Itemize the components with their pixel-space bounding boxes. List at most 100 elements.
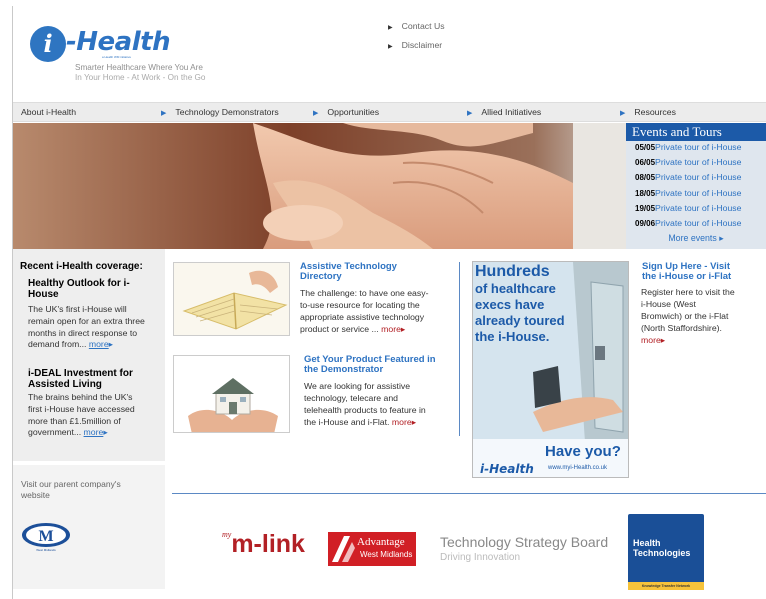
- mlink-text: m-link: [231, 530, 305, 558]
- mlink-prefix: my: [222, 530, 232, 539]
- story-title-ideal-investment[interactable]: i-DEAL Investment for Assisted Living: [28, 368, 133, 390]
- nav-allied-label: Allied Initiatives: [481, 107, 542, 117]
- nav-arrow-icon: ▶: [620, 110, 626, 117]
- more-link[interactable]: more: [392, 417, 412, 427]
- events-panel: Events and Tours 05/05Private tour of i-…: [626, 123, 766, 249]
- feature-title-get-product-featured[interactable]: Get Your Product Featured in the Demonst…: [304, 355, 436, 375]
- contact-us-link[interactable]: ▶ Contact Us: [388, 18, 445, 37]
- tsb-subtitle: Driving Innovation: [440, 552, 521, 563]
- parent-company-logo[interactable]: M West Midlands: [20, 521, 72, 553]
- nav-item-allied-initiatives[interactable]: ▶ Allied Initiatives: [467, 107, 541, 117]
- events-list: 05/05Private tour of i-House 06/05Private…: [626, 142, 766, 232]
- i-house-advert[interactable]: Hundreds of healthcare execs have alread…: [472, 261, 629, 478]
- more-link[interactable]: more: [381, 324, 401, 334]
- arrow-right-icon: ▸: [108, 339, 114, 350]
- feature-title-line: the Demonstrator: [304, 364, 384, 375]
- nav-arrow-icon: ▶: [161, 110, 167, 117]
- nav-item-opportunities[interactable]: ▶ Opportunities: [313, 107, 379, 117]
- disclaimer-link[interactable]: ▶ Disclaimer: [388, 37, 445, 56]
- event-link[interactable]: Private tour of i-House: [655, 157, 741, 167]
- event-row[interactable]: 06/05Private tour of i-House: [626, 157, 766, 171]
- event-link[interactable]: Private tour of i-House: [655, 172, 741, 182]
- nav-arrow-icon: ▶: [467, 110, 473, 117]
- tagline: Smarter Healthcare Where You Are In Your…: [75, 63, 205, 83]
- nav-item-technology-demonstrators[interactable]: ▶ Technology Demonstrators: [161, 107, 279, 117]
- feature-body-line: telehealth products to feature in: [304, 405, 426, 415]
- hands-illustration: [13, 123, 626, 249]
- arrow-right-icon: ▸: [411, 417, 417, 427]
- parent-company-text: Visit our parent company's website: [21, 479, 121, 501]
- signup-body-line: (North Staffordshire).: [641, 323, 722, 333]
- recent-coverage-heading: Recent i-Health coverage:: [20, 261, 143, 272]
- advert-line: already toured: [475, 313, 565, 328]
- feature-body-line: We are looking for assistive: [304, 381, 411, 391]
- event-row[interactable]: 18/05Private tour of i-House: [626, 188, 766, 202]
- story-title-line: Assisted Living: [28, 379, 102, 390]
- feature-body-assistive-directory: The challenge: to have one easy- to-use …: [300, 287, 428, 335]
- parent-logo-sub: West Midlands: [36, 548, 56, 552]
- parent-text-line: website: [21, 490, 50, 500]
- main-nav: About i-Health ▶ Technology Demonstrators…: [13, 102, 766, 122]
- event-date: 18/05: [635, 188, 656, 198]
- more-events-link[interactable]: More events ▸: [626, 233, 766, 244]
- house-illustration: [174, 356, 289, 432]
- advantage-text: Advantage: [357, 536, 405, 548]
- feature-body-line: to-use resource for locating the: [300, 300, 420, 310]
- event-date: 08/05: [635, 173, 656, 183]
- feature-title-line: Directory: [300, 271, 342, 282]
- nav-resources-label: Resources: [634, 107, 676, 117]
- house-in-hands-image[interactable]: [173, 355, 290, 433]
- signup-title-line: the i-House or i-Flat: [642, 271, 732, 282]
- tagline-line-2: In Your Home - At Work - On the Go: [75, 73, 206, 82]
- bullet-arrow-icon: ▶: [388, 44, 393, 50]
- event-row[interactable]: 09/06Private tour of i-House: [626, 218, 766, 232]
- signup-title[interactable]: Sign Up Here - Visit the i-House or i-Fl…: [642, 262, 766, 282]
- event-row[interactable]: 19/05Private tour of i-House: [626, 203, 766, 217]
- feature-body-line: The challenge: to have one easy-: [300, 288, 429, 298]
- arrow-right-icon: ▸: [719, 233, 724, 244]
- nav-item-resources[interactable]: ▶ Resources: [620, 107, 676, 117]
- story-body-ideal-investment: The brains behind the UK's first i-House…: [28, 392, 166, 439]
- column-divider: [459, 262, 460, 436]
- directory-book-image[interactable]: [173, 262, 290, 336]
- story-body-healthy-outlook: The UK's first i-House will remain open …: [28, 304, 166, 351]
- signup-body: Register here to visit the i-House (West…: [641, 286, 765, 346]
- event-link[interactable]: Private tour of i-House: [655, 188, 741, 198]
- sponsor-technology-strategy-board[interactable]: Technology Strategy Board Driving Innova…: [440, 534, 608, 563]
- logo-text: -Health: [66, 27, 171, 57]
- feature-title-assistive-directory[interactable]: Assistive Technology Directory: [300, 262, 397, 282]
- event-link[interactable]: Private tour of i-House: [655, 142, 741, 152]
- story-body-line: months in direct response to: [28, 327, 138, 338]
- sponsor-m-link[interactable]: mym-link: [222, 530, 305, 559]
- nav-arrow-icon: ▶: [313, 110, 319, 117]
- sponsor-advantage-west-midlands[interactable]: Advantage West Midlands: [328, 532, 416, 566]
- feature-body-get-product-featured: We are looking for assistive technology,…: [304, 380, 426, 428]
- story-body-line: demand from...: [28, 339, 87, 350]
- more-link[interactable]: more: [641, 335, 661, 345]
- story-body-line: more than £1.5million of: [28, 415, 121, 426]
- advert-line: the i-House.: [475, 329, 550, 344]
- story-title-healthy-outlook[interactable]: Healthy Outlook for i- House: [28, 278, 130, 300]
- feature-body-line: product or service ...: [300, 324, 379, 334]
- story-body-line: first i-House have accessed: [28, 403, 135, 414]
- more-link[interactable]: more: [89, 339, 109, 349]
- sponsors-divider: [172, 493, 766, 494]
- event-date: 09/06: [635, 218, 656, 228]
- arrow-right-icon: ▸: [660, 335, 666, 345]
- event-date: 06/05: [635, 158, 656, 168]
- event-row[interactable]: 08/05Private tour of i-House: [626, 172, 766, 186]
- book-illustration: [174, 263, 289, 335]
- more-events-label: More events: [668, 233, 717, 244]
- signup-body-line: Register here to visit the: [641, 287, 735, 297]
- parent-company-box: Visit our parent company's website M Wes…: [13, 461, 165, 589]
- parent-logo-letter: M: [38, 528, 53, 545]
- logo-mark: i: [30, 26, 66, 62]
- nav-item-about[interactable]: About i-Health: [21, 107, 76, 117]
- event-link[interactable]: Private tour of i-House: [655, 218, 741, 228]
- event-row[interactable]: 05/05Private tour of i-House: [626, 142, 766, 156]
- more-link[interactable]: more: [84, 427, 104, 437]
- arrow-right-icon: ▸: [400, 324, 406, 334]
- sponsor-health-technologies[interactable]: Health Technologies Knowledge Transfer N…: [628, 514, 704, 590]
- event-link[interactable]: Private tour of i-House: [655, 203, 741, 213]
- advert-logo: i-Health: [480, 462, 534, 476]
